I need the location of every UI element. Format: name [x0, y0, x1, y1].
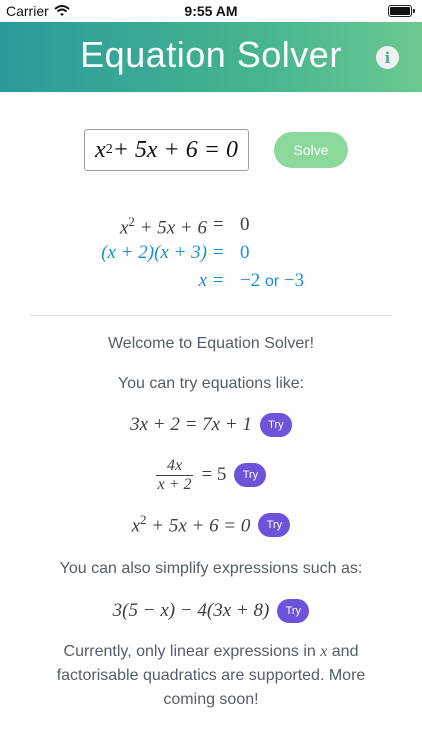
info-icon[interactable]: i: [376, 46, 399, 69]
footer-line-2: factorisable quadratics are supported. M…: [56, 667, 366, 684]
example-row-3: x2 + 5x + 6 = 0 Try: [0, 509, 422, 541]
step-1-rhs: 0: [240, 214, 250, 235]
example-2-rest: = 5: [201, 464, 227, 485]
app-header: Equation Solver i: [0, 22, 422, 92]
example-row-4: 3(5 − x) − 4(3x + 8) Try: [0, 597, 422, 625]
status-bar: Carrier 9:55 AM: [0, 0, 422, 22]
divider: [30, 315, 391, 316]
solution-steps: x2 + 5x + 6 = 0 (x + 2)(x + 3) = 0 x = −…: [70, 214, 370, 298]
simplify-expression: 3(5 − x) − 4(3x + 8): [112, 600, 270, 621]
example-3-rest: + 5x + 6 = 0: [146, 515, 251, 537]
battery-icon: [388, 5, 415, 17]
try-button-2[interactable]: Try: [234, 463, 267, 487]
try-intro-text: You can try equations like:: [117, 375, 305, 392]
input-var: x: [95, 136, 106, 163]
try-button-4[interactable]: Try: [277, 599, 310, 623]
step-2-lhs: (x + 2)(x + 3): [101, 242, 207, 263]
step-3-lhs: x: [198, 270, 207, 291]
footer-note: Currently, only linear expressions in x …: [0, 640, 422, 712]
footer-line-1-a: Currently, only linear expressions in: [63, 643, 321, 660]
step-3-rhs: −2 or −3: [240, 270, 304, 292]
step-row-3: x = −2 or −3: [70, 270, 370, 298]
step-3-equals: =: [213, 270, 224, 291]
example-3-equation: x2 + 5x + 6 = 0: [132, 512, 251, 537]
step-1-lhs: x2 + 5x + 6: [120, 214, 207, 239]
status-time: 9:55 AM: [184, 3, 238, 19]
step-3-root-b: −3: [283, 270, 305, 291]
step-2-rhs: 0: [240, 242, 250, 263]
example-row-1: 3x + 2 = 7x + 1 Try: [0, 411, 422, 439]
page-title: Equation Solver: [80, 34, 342, 75]
footer-line-1-b: and: [327, 643, 359, 660]
step-row-2: (x + 2)(x + 3) = 0: [70, 242, 370, 270]
input-rest: + 5x + 6 = 0: [112, 136, 238, 163]
welcome-heading: Welcome to Equation Solver!: [107, 335, 315, 352]
simplify-intro-text: You can also simplify expressions such a…: [59, 560, 363, 577]
step-row-1: x2 + 5x + 6 = 0: [70, 214, 370, 242]
fraction-denominator: x + 2: [157, 475, 192, 493]
step-2-equals: =: [213, 242, 224, 263]
try-button-3[interactable]: Try: [258, 513, 291, 537]
input-exponent: 2: [105, 142, 113, 157]
example-1-equation: 3x + 2 = 7x + 1: [130, 414, 252, 435]
example-3-var: x: [131, 515, 141, 537]
solve-button[interactable]: Solve: [274, 132, 348, 168]
step-1-equals: =: [213, 214, 224, 235]
step-1-rest: + 5x + 6: [134, 217, 207, 239]
footer-line-1: Currently, only linear expressions in x …: [0, 640, 422, 664]
fraction-numerator: 4x: [166, 456, 183, 474]
example-row-2: 4x x + 2 = 5 Try: [0, 455, 422, 495]
footer-line-3: coming soon!: [163, 691, 259, 708]
try-button-1[interactable]: Try: [259, 413, 292, 437]
step-3-or: or: [264, 273, 280, 290]
step-3-root-a: −2: [240, 270, 261, 291]
equation-input[interactable]: x2 + 5x + 6 = 0: [84, 129, 249, 171]
example-2-fraction: 4x x + 2: [155, 456, 194, 494]
